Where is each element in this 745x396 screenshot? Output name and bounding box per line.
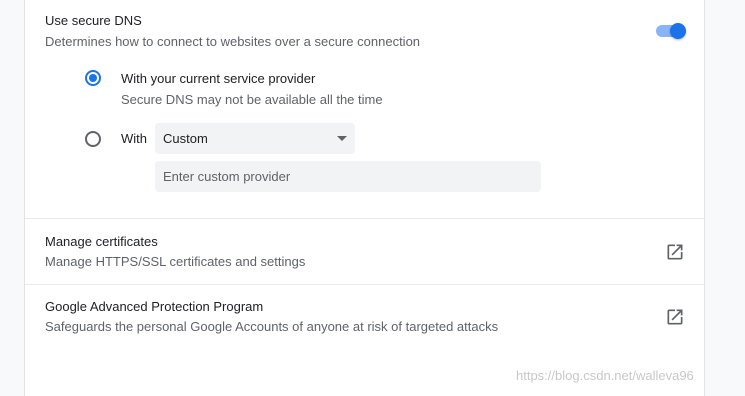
secure-dns-description: Determines how to connect to websites ov… xyxy=(45,34,421,49)
provider-select-value: Custom xyxy=(163,131,208,146)
radio-custom-provider[interactable] xyxy=(85,131,101,147)
custom-provider-input[interactable] xyxy=(155,161,541,192)
advanced-protection-row[interactable]: Google Advanced Protection Program Safeg… xyxy=(25,285,704,350)
secure-dns-title: Use secure DNS xyxy=(45,13,142,28)
advanced-protection-description: Safeguards the personal Google Accounts … xyxy=(45,319,499,334)
manage-certificates-title: Manage certificates xyxy=(45,234,158,249)
toggle-knob xyxy=(670,23,686,39)
current-provider-description: Secure DNS may not be available all the … xyxy=(121,92,383,107)
settings-card: Use secure DNS Determines how to connect… xyxy=(24,0,705,396)
open-in-new-icon[interactable] xyxy=(665,307,685,327)
provider-select[interactable]: Custom xyxy=(155,123,355,154)
open-in-new-icon[interactable] xyxy=(665,242,685,262)
advanced-protection-title: Google Advanced Protection Program xyxy=(45,299,264,314)
custom-provider-label: With xyxy=(121,131,147,146)
manage-certificates-description: Manage HTTPS/SSL certificates and settin… xyxy=(45,254,306,269)
watermark: https://blog.csdn.net/walleva96 xyxy=(516,368,694,383)
radio-current-provider[interactable] xyxy=(85,70,101,86)
chevron-down-icon xyxy=(337,136,347,141)
secure-dns-toggle[interactable] xyxy=(654,23,686,39)
current-provider-label: With your current service provider xyxy=(121,71,316,86)
manage-certificates-row[interactable]: Manage certificates Manage HTTPS/SSL cer… xyxy=(25,219,704,284)
